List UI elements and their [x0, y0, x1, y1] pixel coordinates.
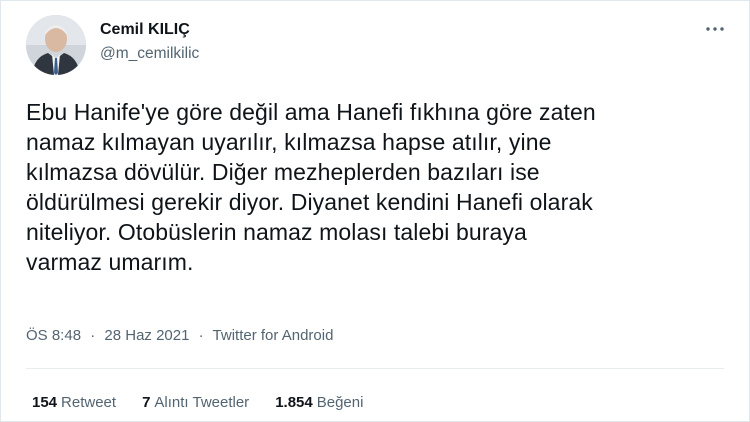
meta-separator: ·	[90, 327, 96, 344]
tweet-text-line: kılmazsa dövülür. Diğer mezheplerden baz…	[26, 159, 540, 185]
tweet-text-line: öldürülmesi gerekir diyor. Diyanet kendi…	[26, 189, 593, 215]
tweet-card: Cemil KILIÇ @m_cemilkilic Ebu Hanife'ye …	[0, 0, 750, 422]
avatar[interactable]	[26, 15, 86, 75]
tweet-time[interactable]: ÖS 8:48	[26, 327, 81, 344]
quote-tweets-stat[interactable]: 7 Alıntı Tweetler	[142, 393, 249, 413]
meta-separator: ·	[198, 327, 204, 344]
author-block: Cemil KILIÇ @m_cemilkilic	[100, 20, 199, 64]
tweet-text: Ebu Hanife'ye göre değil ama Hanefi fıkh…	[26, 97, 736, 277]
author-handle[interactable]: @m_cemilkilic	[100, 44, 199, 64]
tweet-date[interactable]: 28 Haz 2021	[104, 327, 189, 344]
tweet-text-line: namaz kılmayan uyarılır, kılmazsa hapse …	[26, 129, 552, 155]
divider	[26, 368, 724, 369]
more-options-button[interactable]	[703, 19, 727, 39]
engagement-stats: 154 Retweet 7 Alıntı Tweetler 1.854 Beğeni	[32, 393, 389, 413]
retweets-count: 154	[32, 394, 58, 411]
avatar-image	[26, 15, 86, 75]
retweets-stat[interactable]: 154 Retweet	[32, 393, 116, 413]
tweet-text-line: niteliyor. Otobüslerin namaz molası tale…	[26, 219, 527, 245]
likes-label: Beğeni	[316, 394, 364, 411]
quote-tweets-label: Alıntı Tweetler	[154, 394, 250, 411]
tweet-text-line: Ebu Hanife'ye göre değil ama Hanefi fıkh…	[26, 99, 596, 125]
more-horizontal-icon	[706, 27, 724, 31]
retweets-label: Retweet	[61, 394, 117, 411]
tweet-text-line: varmaz umarım.	[26, 249, 194, 275]
quote-tweets-count: 7	[142, 394, 151, 411]
likes-stat[interactable]: 1.854 Beğeni	[275, 393, 363, 413]
author-display-name[interactable]: Cemil KILIÇ	[100, 20, 199, 40]
tweet-source-link[interactable]: Twitter for Android	[213, 327, 334, 344]
tweet-meta: ÖS 8:48 · 28 Haz 2021 · Twitter for Andr…	[26, 326, 333, 346]
likes-count: 1.854	[275, 394, 313, 411]
